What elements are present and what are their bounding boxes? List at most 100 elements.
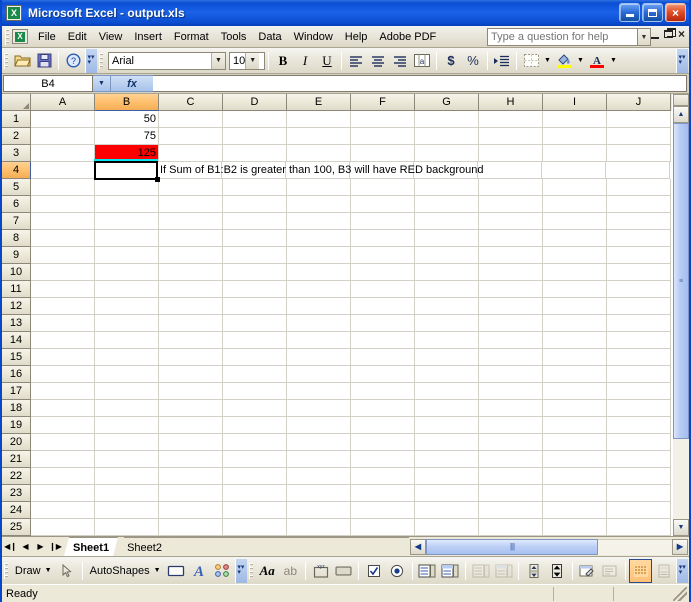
cell-d7[interactable] xyxy=(223,213,287,230)
cell-d12[interactable] xyxy=(223,298,287,315)
cell-h25[interactable] xyxy=(479,519,543,536)
cell-c23[interactable] xyxy=(159,485,223,502)
cell-b10[interactable] xyxy=(95,264,159,281)
group-box-icon[interactable]: xyz xyxy=(309,559,332,583)
cell-a1[interactable] xyxy=(31,111,95,128)
cell-a10[interactable] xyxy=(31,264,95,281)
cell-e21[interactable] xyxy=(287,451,351,468)
row-header-24[interactable]: 24 xyxy=(2,502,31,519)
cell-g6[interactable] xyxy=(415,196,479,213)
cell-e20[interactable] xyxy=(287,434,351,451)
cell-i8[interactable] xyxy=(543,230,607,247)
cell-b8[interactable] xyxy=(95,230,159,247)
cell-g20[interactable] xyxy=(415,434,479,451)
cell-i16[interactable] xyxy=(543,366,607,383)
row-header-4[interactable]: 4 xyxy=(2,162,31,179)
cell-g17[interactable] xyxy=(415,383,479,400)
cell-c19[interactable] xyxy=(159,417,223,434)
cell-i2[interactable] xyxy=(543,128,607,145)
resize-grip[interactable] xyxy=(673,586,687,601)
cell-b12[interactable] xyxy=(95,298,159,315)
cell-a5[interactable] xyxy=(31,179,95,196)
control-properties-icon[interactable] xyxy=(576,559,599,583)
row-header-18[interactable]: 18 xyxy=(2,400,31,417)
cell-d22[interactable] xyxy=(223,468,287,485)
cell-a13[interactable] xyxy=(31,315,95,332)
cell-e19[interactable] xyxy=(287,417,351,434)
align-left-button[interactable] xyxy=(345,50,367,72)
cell-j9[interactable] xyxy=(607,247,671,264)
cell-b14[interactable] xyxy=(95,332,159,349)
row-header-12[interactable]: 12 xyxy=(2,298,31,315)
cell-g12[interactable] xyxy=(415,298,479,315)
column-header-c[interactable]: C xyxy=(159,94,223,111)
menu-format[interactable]: Format xyxy=(168,29,215,45)
menu-view[interactable]: View xyxy=(93,29,129,45)
column-header-b[interactable]: B xyxy=(95,94,159,111)
cell-h21[interactable] xyxy=(479,451,543,468)
font-color-dropdown-icon[interactable]: ▼ xyxy=(608,50,619,72)
cell-d1[interactable] xyxy=(223,111,287,128)
close-button[interactable]: × xyxy=(665,3,686,22)
cell-f12[interactable] xyxy=(351,298,415,315)
cell-c24[interactable] xyxy=(159,502,223,519)
font-name-dropdown-icon[interactable]: ▼ xyxy=(211,52,225,69)
cell-j1[interactable] xyxy=(607,111,671,128)
insert-function-icon[interactable]: fx xyxy=(111,75,153,92)
scroll-left-button[interactable]: ◀ xyxy=(410,538,426,555)
cell-i17[interactable] xyxy=(543,383,607,400)
cell-g10[interactable] xyxy=(415,264,479,281)
combo-drop-down-icon[interactable] xyxy=(492,559,515,583)
formatting-toolbar-grip[interactable] xyxy=(99,52,103,69)
cell-h14[interactable] xyxy=(479,332,543,349)
cell-c10[interactable] xyxy=(159,264,223,281)
cell-a14[interactable] xyxy=(31,332,95,349)
cell-h11[interactable] xyxy=(479,281,543,298)
cell-f6[interactable] xyxy=(351,196,415,213)
cell-b17[interactable] xyxy=(95,383,159,400)
vertical-scroll-thumb[interactable]: ≡ xyxy=(673,123,689,439)
cell-h19[interactable] xyxy=(479,417,543,434)
cell-j2[interactable] xyxy=(607,128,671,145)
cell-i1[interactable] xyxy=(543,111,607,128)
toolbar-options-button[interactable]: ▾▾ ▾ xyxy=(85,48,97,73)
cell-g24[interactable] xyxy=(415,502,479,519)
cell-d8[interactable] xyxy=(223,230,287,247)
tab-next-button[interactable]: ▶ xyxy=(34,542,47,551)
cell-g9[interactable] xyxy=(415,247,479,264)
font-large-icon[interactable]: Aa xyxy=(256,559,279,583)
cell-h1[interactable] xyxy=(479,111,543,128)
cell-f3[interactable] xyxy=(351,145,415,162)
cell-a18[interactable] xyxy=(31,400,95,417)
save-icon[interactable] xyxy=(33,50,55,72)
cell-g13[interactable] xyxy=(415,315,479,332)
cell-e14[interactable] xyxy=(287,332,351,349)
cell-a23[interactable] xyxy=(31,485,95,502)
scroll-bar-icon[interactable] xyxy=(522,559,545,583)
wordart-icon[interactable]: A xyxy=(188,559,211,583)
cell-h7[interactable] xyxy=(479,213,543,230)
cell-j12[interactable] xyxy=(607,298,671,315)
run-dialog-icon[interactable] xyxy=(652,559,675,583)
cell-d21[interactable] xyxy=(223,451,287,468)
cell-c4[interactable]: If Sum of B1:B2 is greater than 100, B3 … xyxy=(158,162,483,179)
cell-i9[interactable] xyxy=(543,247,607,264)
tab-prev-button[interactable]: ◀ xyxy=(19,542,32,551)
cell-c15[interactable] xyxy=(159,349,223,366)
cell-b21[interactable] xyxy=(95,451,159,468)
doc-close-button[interactable]: × xyxy=(678,28,685,40)
cell-f13[interactable] xyxy=(351,315,415,332)
cell-d3[interactable] xyxy=(223,145,287,162)
cell-b22[interactable] xyxy=(95,468,159,485)
italic-button[interactable]: I xyxy=(294,50,316,72)
ask-a-question-input[interactable] xyxy=(488,30,620,44)
cell-j18[interactable] xyxy=(607,400,671,417)
cell-j19[interactable] xyxy=(607,417,671,434)
cell-a11[interactable] xyxy=(31,281,95,298)
cell-h16[interactable] xyxy=(479,366,543,383)
cell-e12[interactable] xyxy=(287,298,351,315)
row-header-11[interactable]: 11 xyxy=(2,281,31,298)
cell-j22[interactable] xyxy=(607,468,671,485)
name-box-dropdown-icon[interactable]: ▼ xyxy=(93,75,111,92)
tab-last-button[interactable]: ❙▶ xyxy=(49,542,62,551)
